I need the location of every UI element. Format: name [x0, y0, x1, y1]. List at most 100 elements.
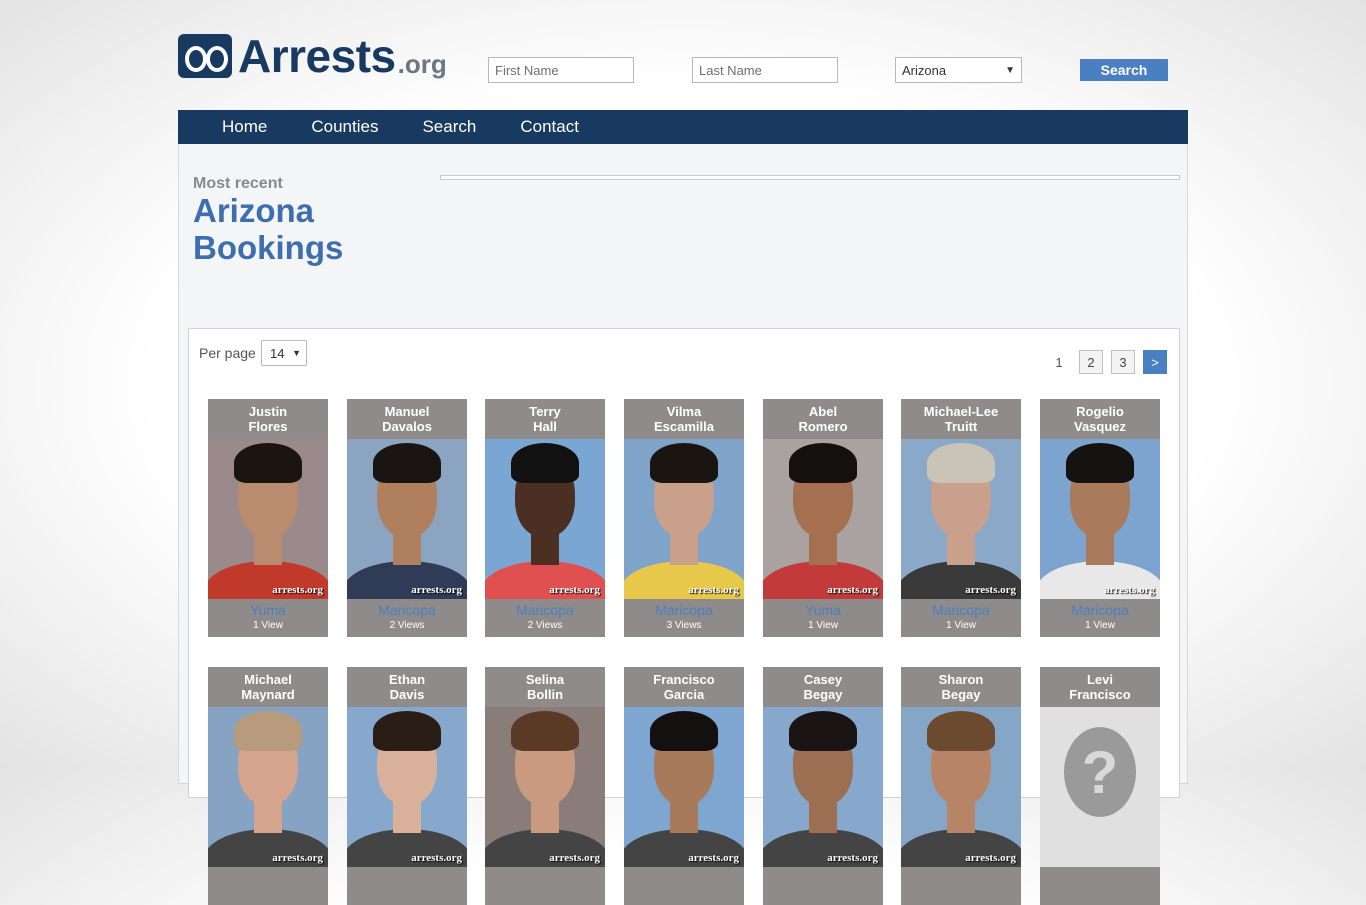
- mugshot-photo[interactable]: arrests.org: [901, 439, 1021, 599]
- booking-first-name: Levi: [1086, 672, 1113, 687]
- booking-card[interactable]: Casey Begay arrests.org: [763, 667, 883, 905]
- page-link-2[interactable]: 2: [1079, 350, 1103, 374]
- mugshot-hair: [373, 443, 441, 483]
- page-link-3[interactable]: 3: [1111, 350, 1135, 374]
- booking-card[interactable]: Terry Hall arrests.org Maricopa 2 Views: [485, 399, 605, 637]
- photo-watermark: arrests.org: [411, 852, 462, 864]
- nav-search[interactable]: Search: [422, 117, 476, 137]
- per-page-select[interactable]: 14 ▼: [261, 340, 307, 366]
- booking-card[interactable]: Sharon Begay arrests.org: [901, 667, 1021, 905]
- search-button[interactable]: Search: [1080, 59, 1168, 81]
- first-name-input[interactable]: [488, 57, 634, 83]
- mugshot-photo[interactable]: arrests.org: [624, 707, 744, 867]
- next-page-button[interactable]: >: [1143, 350, 1167, 374]
- booking-county-link[interactable]: [901, 869, 1021, 887]
- booking-county-link[interactable]: Yuma: [208, 601, 328, 619]
- booking-card[interactable]: Abel Romero arrests.org Yuma 1 View: [763, 399, 883, 637]
- last-name-input[interactable]: [692, 57, 838, 83]
- booking-card[interactable]: Justin Flores arrests.org Yuma 1 View: [208, 399, 328, 637]
- booking-name[interactable]: Casey Begay: [763, 667, 883, 707]
- booking-county-link[interactable]: [485, 869, 605, 887]
- mugshot-photo[interactable]: arrests.org: [1040, 439, 1160, 599]
- booking-name[interactable]: Francisco Garcia: [624, 667, 744, 707]
- state-select-value: Arizona: [902, 62, 947, 78]
- bookings-panel: Per page 14 ▼ 1 2 3 > Justin Flores arrest…: [188, 328, 1180, 905]
- mugshot-photo[interactable]: arrests.org: [763, 439, 883, 599]
- booking-card[interactable]: Vilma Escamilla arrests.org Maricopa 3 Views: [624, 399, 744, 637]
- mugshot-hair: [789, 711, 857, 751]
- mugshot-photo[interactable]: arrests.org: [901, 707, 1021, 867]
- booking-name[interactable]: Terry Hall: [485, 399, 605, 439]
- photo-watermark: arrests.org: [965, 852, 1016, 864]
- booking-county-link[interactable]: Yuma: [763, 601, 883, 619]
- booking-card[interactable]: Ethan Davis arrests.org: [347, 667, 467, 905]
- booking-first-name: Ethan: [388, 672, 426, 687]
- mugshot-photo[interactable]: ?: [1040, 707, 1160, 867]
- mugshot-photo[interactable]: arrests.org: [208, 707, 328, 867]
- nav-home[interactable]: Home: [222, 117, 267, 137]
- booking-last-name: Garcia: [663, 687, 705, 702]
- mugshot-photo[interactable]: arrests.org: [347, 439, 467, 599]
- booking-name[interactable]: Selina Bollin: [485, 667, 605, 707]
- booking-county-link[interactable]: Maricopa: [901, 601, 1021, 619]
- booking-card[interactable]: Selina Bollin arrests.org: [485, 667, 605, 905]
- booking-county-link[interactable]: [208, 869, 328, 887]
- booking-name[interactable]: Justin Flores: [208, 399, 328, 439]
- booking-name[interactable]: Manuel Davalos: [347, 399, 467, 439]
- booking-card[interactable]: Rogelio Vasquez arrests.org Maricopa 1 View: [1040, 399, 1160, 637]
- photo-watermark: arrests.org: [827, 584, 878, 596]
- nav-contact[interactable]: Contact: [520, 117, 579, 137]
- booking-view-count: 1 View: [808, 620, 838, 631]
- state-select[interactable]: Arizona ▼: [895, 57, 1022, 83]
- booking-last-name: Begay: [941, 687, 981, 702]
- photo-watermark: arrests.org: [1104, 584, 1155, 596]
- mugshot-photo[interactable]: arrests.org: [624, 439, 744, 599]
- booking-county-link[interactable]: Maricopa: [624, 601, 744, 619]
- booking-name[interactable]: Ethan Davis: [347, 667, 467, 707]
- mugshot-hair: [927, 711, 995, 751]
- booking-county-link[interactable]: [347, 869, 467, 887]
- logo-tld: .org: [397, 49, 447, 79]
- booking-view-count: 2 Views: [527, 620, 563, 631]
- booking-name[interactable]: Vilma Escamilla: [624, 399, 744, 439]
- photo-watermark: arrests.org: [688, 584, 739, 596]
- booking-county-link[interactable]: [624, 869, 744, 887]
- booking-first-name: Vilma: [666, 404, 702, 419]
- booking-view-count: 1 View: [946, 620, 976, 631]
- mugshot-photo[interactable]: arrests.org: [485, 439, 605, 599]
- handcuffs-icon: [178, 34, 232, 78]
- booking-last-name: Bollin: [526, 687, 564, 702]
- mugshot-photo[interactable]: arrests.org: [485, 707, 605, 867]
- booking-last-name: Begay: [803, 687, 843, 702]
- booking-county-link[interactable]: [763, 869, 883, 887]
- mugshot-photo[interactable]: arrests.org: [763, 707, 883, 867]
- mugshot-hair: [1066, 443, 1134, 483]
- booking-name[interactable]: Michael-Lee Truitt: [901, 399, 1021, 439]
- booking-county-link[interactable]: Maricopa: [347, 601, 467, 619]
- photo-watermark: arrests.org: [272, 852, 323, 864]
- booking-county-link[interactable]: [1040, 869, 1160, 887]
- booking-county-link[interactable]: Maricopa: [1040, 601, 1160, 619]
- booking-name[interactable]: Abel Romero: [763, 399, 883, 439]
- pagination: 1 2 3 >: [1039, 350, 1167, 374]
- booking-card[interactable]: Manuel Davalos arrests.org Maricopa 2 Views: [347, 399, 467, 637]
- booking-name[interactable]: Michael Maynard: [208, 667, 328, 707]
- booking-county-link[interactable]: Maricopa: [485, 601, 605, 619]
- booking-card[interactable]: Michael Maynard arrests.org: [208, 667, 328, 905]
- booking-card[interactable]: Michael-Lee Truitt arrests.org Maricopa 1 Vi…: [901, 399, 1021, 637]
- booking-first-name: Francisco: [653, 672, 715, 687]
- booking-name[interactable]: Sharon Begay: [901, 667, 1021, 707]
- site-logo[interactable]: Arrests .org: [178, 33, 447, 79]
- booking-name[interactable]: Rogelio Vasquez: [1040, 399, 1160, 439]
- booking-card[interactable]: Levi Francisco?: [1040, 667, 1160, 905]
- nav-counties[interactable]: Counties: [311, 117, 378, 137]
- booking-first-name: Michael: [244, 672, 292, 687]
- mugshot-photo[interactable]: arrests.org: [208, 439, 328, 599]
- section-kicker: Most recent: [193, 175, 283, 192]
- mugshot-hair: [789, 443, 857, 483]
- booking-last-name: Davis: [389, 687, 425, 702]
- per-page-value: 14: [270, 345, 285, 361]
- mugshot-photo[interactable]: arrests.org: [347, 707, 467, 867]
- booking-card[interactable]: Francisco Garcia arrests.org: [624, 667, 744, 905]
- booking-name[interactable]: Levi Francisco: [1040, 667, 1160, 707]
